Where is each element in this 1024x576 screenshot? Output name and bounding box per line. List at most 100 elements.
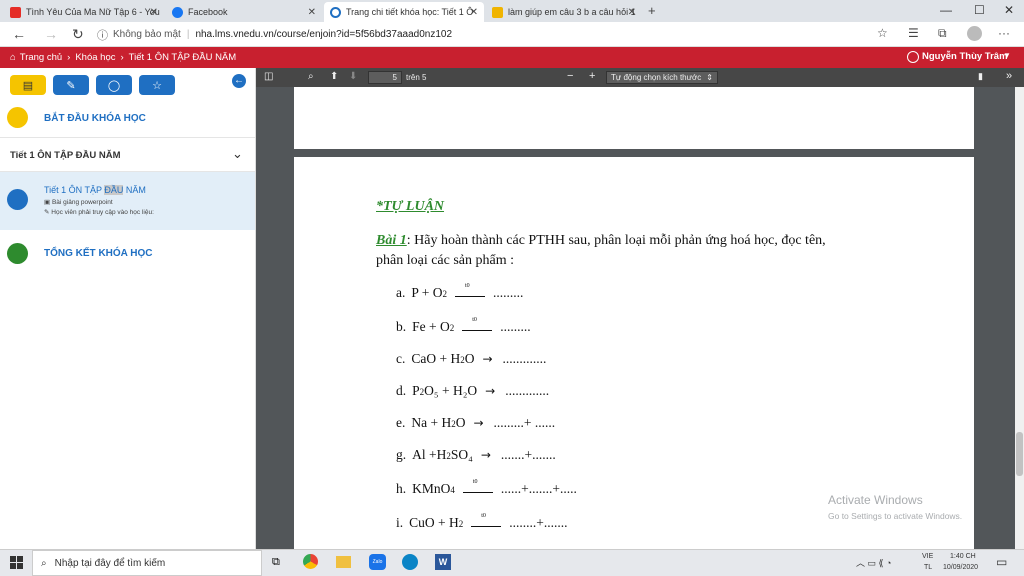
more-menu-icon[interactable]: ··· xyxy=(998,26,1010,40)
taskbar-search[interactable]: ⌕ Nhập tại đây để tìm kiếm xyxy=(32,550,262,576)
close-icon[interactable]: ✕ xyxy=(470,7,478,18)
caret-down-icon[interactable]: ▼ xyxy=(1003,51,1011,60)
equation-item: i. CuO + H 2 t0 ........+....... xyxy=(396,513,568,531)
user-name[interactable]: Nguyễn Thùy Trâm xyxy=(922,51,1008,62)
favorite-star-icon[interactable]: ☆ xyxy=(877,26,888,40)
end-course-item[interactable]: TỔNG KẾT KHÓA HỌC xyxy=(0,230,255,270)
input-method-indicator[interactable]: TL xyxy=(924,564,932,571)
system-tray-icons[interactable]: ︿ ▭ ⟪ ◔ xyxy=(856,556,891,569)
equation-letter: d. xyxy=(396,383,407,398)
maximize-button[interactable]: ☐ xyxy=(974,3,985,17)
page-number-input[interactable]: 5 xyxy=(368,71,402,84)
equation-letter: e. xyxy=(396,415,406,430)
equation-tail: O xyxy=(455,415,466,430)
equation-letter: a. xyxy=(396,285,406,300)
bookmark-icon[interactable]: ▮ xyxy=(978,71,983,82)
activate-windows-title: Activate Windows xyxy=(828,493,923,507)
note-icon: ▤ xyxy=(22,79,34,92)
file-explorer-icon[interactable] xyxy=(336,556,351,568)
breadcrumb-lesson[interactable]: Tiết 1 ÔN TẬP ĐẦU NĂM xyxy=(129,52,237,63)
equation-formula: CaO + H xyxy=(411,351,461,366)
course-sidebar: ▤ ✎ ◯ ☆ ← BẮT ĐẦU KHÓA HỌC Tiết 1 ÔN TẬP… xyxy=(0,68,256,549)
attach-button[interactable]: ✎ xyxy=(53,75,89,95)
lesson-item-active[interactable]: Tiết 1 ÔN TẬP ĐẦU NĂM ▣ Bài giảng powerp… xyxy=(0,172,255,230)
equation-formula: P + O xyxy=(411,285,443,300)
close-icon[interactable]: ✕ xyxy=(308,7,316,18)
pdf-scrollbar[interactable] xyxy=(1015,87,1024,549)
equation-subscript: 2 xyxy=(458,519,464,529)
edge-icon[interactable] xyxy=(402,554,418,570)
notes-button[interactable]: ▤ xyxy=(10,75,46,95)
profile-avatar[interactable] xyxy=(967,26,982,41)
equation-letter: g. xyxy=(396,447,407,462)
favorites-list-icon[interactable]: ☰ xyxy=(908,26,919,40)
close-icon[interactable]: ✕ xyxy=(628,7,636,18)
url-field[interactable]: ⓘ Không bảo mật | nha.lms.vnedu.vn/cours… xyxy=(97,25,897,44)
chevron-down-icon: ⌄ xyxy=(232,146,243,161)
tab-facebook[interactable]: Facebook ✕ xyxy=(166,2,322,22)
address-bar-row: ← → ↻ ⓘ Không bảo mật | nha.lms.vnedu.vn… xyxy=(0,22,1024,47)
start-status-dot xyxy=(7,107,28,128)
refresh-icon[interactable]: ↻ xyxy=(72,26,84,43)
search-icon[interactable]: ⌕ xyxy=(308,71,314,82)
notification-icon[interactable]: ▭ xyxy=(996,555,1007,569)
clock-time[interactable]: 1:40 CH xyxy=(950,553,976,560)
forward-arrow-icon[interactable]: → xyxy=(44,26,58,42)
document-icon: ▣ xyxy=(44,199,52,206)
equation-subscript: 4 xyxy=(450,485,455,495)
task-view-icon[interactable]: ⧉ xyxy=(272,556,280,569)
zoom-select[interactable]: Tự động chọn kích thước xyxy=(611,73,701,82)
star-button[interactable]: ☆ xyxy=(139,75,175,95)
start-course-item[interactable]: BẮT ĐẦU KHÓA HỌC xyxy=(0,100,255,138)
minimize-button[interactable]: — xyxy=(940,3,952,17)
next-page-icon[interactable]: ⬇ xyxy=(349,71,357,82)
zoom-out-button[interactable]: − xyxy=(567,70,573,82)
youtube-icon xyxy=(10,6,21,18)
equation-result: ............. xyxy=(505,383,550,398)
close-icon[interactable]: ✕ xyxy=(150,7,158,18)
equation-formula: Na + H xyxy=(411,415,452,430)
hoidap-icon xyxy=(492,6,503,18)
back-arrow-icon[interactable]: ← xyxy=(12,26,26,42)
doc-heading: *TỰ LUẬN xyxy=(376,199,445,214)
breadcrumb-home[interactable]: Trang chủ xyxy=(20,52,62,63)
lesson-status-dot xyxy=(7,189,28,210)
prev-page-icon[interactable]: ⬆ xyxy=(330,71,338,82)
section-header[interactable]: Tiết 1 ÔN TẬP ĐẦU NĂM ⌄ xyxy=(0,138,255,172)
equation-result: ......... xyxy=(493,285,524,300)
scroll-thumb[interactable] xyxy=(1016,432,1023,476)
tab-youtube[interactable]: Tình Yêu Của Ma Nữ Tập 6 - You ✕ xyxy=(4,2,164,22)
sidebar-toggle-icon[interactable]: ◫ xyxy=(264,71,273,82)
clock-date[interactable]: 10/09/2020 xyxy=(943,564,978,571)
zoom-in-button[interactable]: + xyxy=(589,70,595,82)
word-icon[interactable]: W xyxy=(435,554,451,570)
breadcrumb-sep: › xyxy=(120,52,124,63)
collapse-arrow-icon[interactable]: ← xyxy=(232,74,246,88)
search-icon: ⌕ xyxy=(41,557,47,569)
collections-icon[interactable]: ⧉ xyxy=(938,26,947,41)
equation-formula: Fe + O xyxy=(412,319,450,334)
tab-hoidap[interactable]: làm giúp em câu 3 b a câu hỏi 1 ✕ xyxy=(486,2,642,22)
language-indicator[interactable]: VIE xyxy=(922,553,933,560)
equation-item: b. Fe + O 2 t0......... xyxy=(396,317,531,335)
star-icon: ☆ xyxy=(152,79,162,92)
previous-page xyxy=(294,87,974,149)
close-window-button[interactable]: ✕ xyxy=(1004,3,1014,17)
url-text: nha.lms.vnedu.vn/course/enjoin?id=5f56bd… xyxy=(195,29,453,40)
pdf-viewer[interactable]: *TỰ LUẬN Bài 1: Hãy hoàn thành các PTHH … xyxy=(256,87,1015,549)
chrome-icon[interactable] xyxy=(303,554,318,569)
equation-item: d. P 2 O₅ + H₂O →............. xyxy=(396,383,549,399)
equation-letter: b. xyxy=(396,319,407,334)
lesson-sub-powerpoint[interactable]: Bài giảng powerpoint xyxy=(52,199,113,206)
tab-course-active[interactable]: Trang chi tiết khóa học: Tiết 1 Ô ✕ xyxy=(324,2,484,22)
zalo-icon[interactable]: Zalo xyxy=(369,554,386,570)
breadcrumb-courses[interactable]: Khóa học xyxy=(75,52,115,63)
breadcrumb-sep: › xyxy=(67,52,71,63)
search-placeholder: Nhập tại đây để tìm kiếm xyxy=(54,557,166,569)
new-tab-button[interactable]: + xyxy=(648,3,656,18)
windows-start-icon[interactable] xyxy=(10,556,23,569)
equation-subscript: 2 xyxy=(449,323,455,333)
equation-item: c. CaO + H 2 O →............. xyxy=(396,351,546,367)
more-tools-icon[interactable]: » xyxy=(1006,70,1012,82)
comment-button[interactable]: ◯ xyxy=(96,75,132,95)
